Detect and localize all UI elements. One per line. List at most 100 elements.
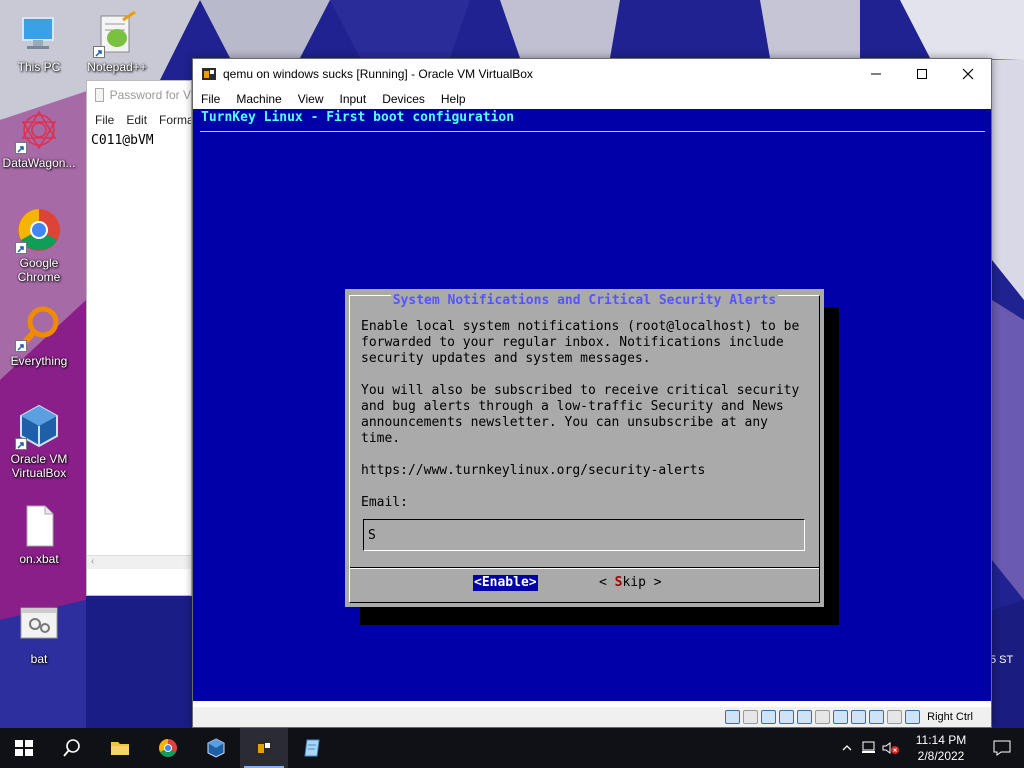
search-button[interactable] [48,728,96,768]
virtualbox-icon [207,738,225,758]
taskbar-clock[interactable]: 11:14 PM 2/8/2022 [902,732,980,764]
audio-icon[interactable] [761,710,777,724]
desktop-icon-datawagon[interactable]: DataWagon... [0,106,78,170]
desktop-icon-notepadpp[interactable]: Notepad++ [78,10,156,74]
desktop-icon-on-xbat[interactable]: on.xbat [0,502,78,566]
menu-view[interactable]: View [298,92,324,106]
taskbar-file-explorer[interactable] [96,728,144,768]
file-icon [15,502,63,550]
email-input[interactable]: S [363,519,805,551]
volume-muted-icon[interactable] [880,728,902,768]
desktop-icon-label: on.xbat [19,552,59,566]
skip-rest: kip > [622,575,662,590]
notepad-icon [95,88,104,102]
taskbar: 11:14 PM 2/8/2022 [0,728,1024,768]
virtualization-icon[interactable] [869,710,885,724]
menu-devices[interactable]: Devices [382,92,425,106]
virtualbox-vm-window[interactable]: qemu on windows sucks [Running] - Oracle… [192,58,992,728]
desktop-icon-label: This PC [17,60,61,74]
notification-icon [993,740,1011,756]
vbox-titlebar[interactable]: qemu on windows sucks [Running] - Oracle… [193,59,991,89]
dialog-button-separator [350,567,819,569]
minimize-button[interactable] [853,59,899,89]
shortcut-arrow-icon [93,46,105,58]
search-icon [63,739,80,757]
notepad-text-area[interactable]: C011@bVM [87,131,191,150]
close-button[interactable] [945,59,991,89]
optical-drive-icon[interactable] [743,710,759,724]
start-icon [15,740,33,756]
clock-date: 2/8/2022 [917,749,965,763]
taskbar-notepad[interactable] [288,728,336,768]
virtualbox-app-icon [202,68,216,80]
minimize-icon [871,73,881,75]
notification-center-button[interactable] [980,728,1024,768]
display-icon[interactable] [833,710,849,724]
menu-input[interactable]: Input [340,92,367,106]
file-explorer-icon [111,742,129,755]
dialog-title: System Notifications and Critical Securi… [350,293,819,308]
maximize-button[interactable] [899,59,945,89]
notepad-menu-file[interactable]: File [95,113,114,127]
notepad-icon [304,739,320,757]
maximize-icon [917,69,927,79]
desktop-icon-label: bat [30,652,48,666]
backtitle-divider [200,131,985,132]
start-button[interactable] [0,728,48,768]
desktop-icon-label: Google Chrome [17,256,61,284]
skip-prefix: < [599,575,615,590]
notepad-menu-edit[interactable]: Edit [126,113,147,127]
desktop-icon-bat[interactable]: bat [0,602,78,666]
shortcut-arrow-icon [15,340,27,352]
desktop-icon-everything[interactable]: Everything [0,304,78,368]
chrome-icon [159,739,177,757]
shortcut-arrow-icon [15,242,27,254]
vbox-menubar: File Machine View Input Devices Help [193,89,991,109]
keyboard-capture-icon[interactable] [905,710,921,724]
desktop-edge-text: 5 ST [990,654,1014,666]
notepad-menu-format[interactable]: Forma [159,113,191,127]
notepad-menubar: File Edit Forma [87,109,191,131]
desktop-icon-label: Everything [10,354,68,368]
taskbar-qemu-vm[interactable] [240,728,288,768]
mouse-integration-icon[interactable] [887,710,903,724]
everything-icon [15,304,63,352]
security-alerts-dialog: System Notifications and Critical Securi… [345,289,824,607]
notepad-window[interactable]: Password for V File Edit Forma C011@bVM … [86,80,192,596]
desktop-icon-virtualbox[interactable]: Oracle VM VirtualBox [0,402,78,480]
taskbar-virtualbox[interactable] [192,728,240,768]
shared-folders-icon[interactable] [815,710,831,724]
network-icon[interactable] [779,710,795,724]
skip-button[interactable]: < Skip > [599,575,662,591]
chevron-up-icon[interactable] [836,728,858,768]
vbox-statusbar: Right Ctrl [193,707,991,727]
clock-time: 11:14 PM [915,733,967,747]
settings-file-icon [15,602,63,650]
computer-icon [15,10,63,58]
vm-guest-screen[interactable]: TurnKey Linux - First boot configuration… [193,109,991,701]
host-key-label: Right Ctrl [927,711,973,723]
network-tray-icon[interactable] [858,728,880,768]
virtualbox-icon [15,402,63,450]
menu-help[interactable]: Help [441,92,466,106]
enable-button[interactable]: <Enable> [473,575,538,591]
desktop-icon-label: DataWagon... [2,156,76,170]
qemu-icon [256,741,272,755]
video-capture-icon[interactable] [851,710,867,724]
notepad-titlebar[interactable]: Password for V [87,81,191,109]
desktop-icon-this-pc[interactable]: This PC [0,10,78,74]
notepad-title: Password for V [109,88,191,102]
menu-file[interactable]: File [201,92,220,106]
hard-disk-icon[interactable] [725,710,741,724]
datawagon-icon [15,106,63,154]
dialog-title-text: System Notifications and Critical Securi… [390,293,779,308]
system-tray: 11:14 PM 2/8/2022 [836,728,1024,768]
usb-icon[interactable] [797,710,813,724]
guest-backtitle: TurnKey Linux - First boot configuration [201,110,515,125]
dialog-body-text: Enable local system notifications (root@… [361,319,800,510]
shortcut-arrow-icon [15,438,27,450]
desktop-icon-google-chrome[interactable]: Google Chrome [0,206,78,284]
notepad-horizontal-scrollbar[interactable]: ‹ [87,555,191,569]
menu-machine[interactable]: Machine [236,92,281,106]
taskbar-chrome[interactable] [144,728,192,768]
